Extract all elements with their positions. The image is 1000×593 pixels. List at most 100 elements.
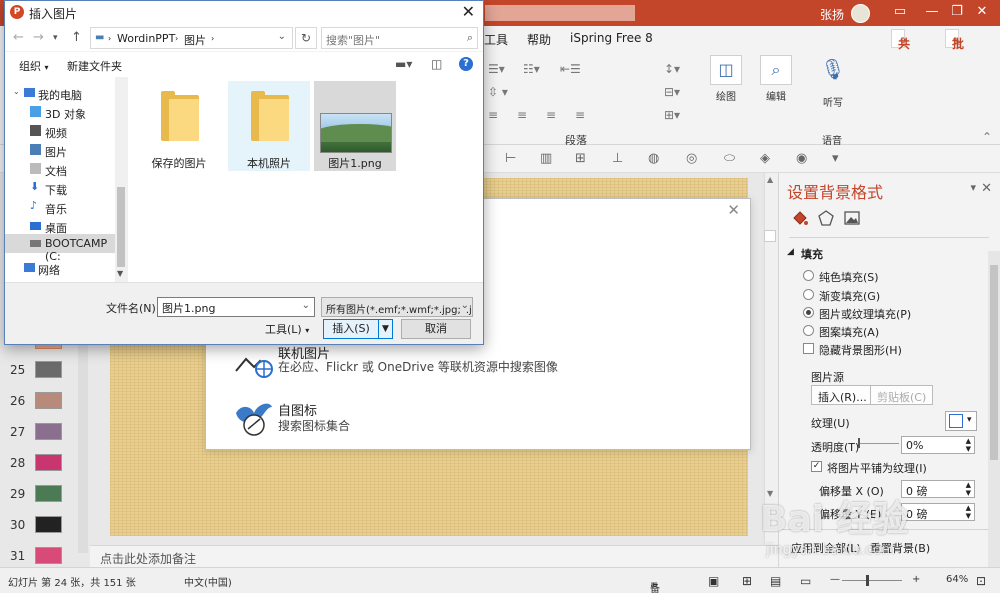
address-bar[interactable]: ▬ › WordinPPT › 图片 › ⌄ — [90, 27, 293, 49]
search-input[interactable]: 搜索"图片" ⌕ — [321, 27, 478, 49]
tile-label[interactable]: 将图片平铺为纹理(I) — [827, 460, 927, 476]
align-text-icon[interactable]: ⊟▾ — [664, 85, 680, 99]
combine-icon[interactable]: ◎ — [686, 151, 697, 166]
numbering-icon[interactable]: ☷▾ — [523, 62, 540, 76]
fill-bucket-icon[interactable] — [791, 209, 809, 227]
cancel-button[interactable]: 取消 — [401, 319, 471, 339]
effects-pentagon-icon[interactable] — [817, 209, 835, 227]
language-status[interactable]: 中文(中国) — [184, 574, 232, 589]
recent-dropdown-icon[interactable]: ▾ — [53, 33, 58, 43]
share-button[interactable]: ⇪ 共享 — [891, 29, 910, 68]
scroll-down-icon[interactable]: ▼ — [117, 269, 123, 278]
more-icon[interactable]: ▾ — [832, 151, 839, 166]
fragment-icon[interactable]: ⬭ — [724, 151, 735, 166]
intersect-icon[interactable]: ◈ — [760, 151, 770, 166]
ribbon-display-icon[interactable]: ▭ — [890, 4, 910, 19]
nav-pane-scrollbar[interactable]: ▼ — [115, 77, 127, 282]
zoom-slider[interactable] — [842, 580, 902, 581]
thumb-row[interactable]: 29 — [0, 483, 90, 508]
smartart-icon[interactable]: ⊞▾ — [664, 108, 680, 122]
tree-item-3d-objects[interactable]: 3D 对象 — [5, 103, 115, 122]
picture-fill-radio[interactable] — [803, 307, 814, 318]
view-options-icon[interactable]: ▬▾ — [395, 57, 412, 71]
sorter-view-icon[interactable]: ⊞ — [742, 574, 752, 588]
canvas-corner-handle[interactable] — [764, 230, 776, 242]
tree-item-videos[interactable]: 视频 — [5, 122, 115, 141]
tab-help[interactable]: 帮助 — [527, 31, 551, 48]
hide-background-label[interactable]: 隐藏背景图形(H) — [819, 342, 902, 358]
draw-icon[interactable]: ◫ — [710, 55, 742, 85]
edit-search-icon[interactable]: ⌕ — [760, 55, 792, 85]
bullets-icon[interactable]: ☰▾ — [488, 62, 505, 76]
normal-view-icon[interactable]: ▣ — [708, 574, 719, 588]
file-item-camera-roll[interactable]: 本机照片 — [228, 81, 310, 171]
fill-section-title[interactable]: 填充 — [801, 246, 823, 262]
tree-item-pictures[interactable]: 图片 — [5, 141, 115, 160]
help-icon[interactable]: ? — [459, 57, 473, 71]
align-center-icon[interactable]: ≡ — [517, 108, 527, 122]
listen-label[interactable]: 听写 — [823, 94, 843, 109]
fill-collapse-icon[interactable]: ◢ — [787, 247, 794, 257]
gradient-fill-radio[interactable] — [803, 289, 814, 300]
avatar[interactable] — [851, 4, 870, 23]
address-dropdown-icon[interactable]: ⌄ — [278, 31, 286, 42]
refresh-icon[interactable]: ↻ — [295, 27, 317, 49]
tree-expand-icon[interactable]: ⌄ — [13, 87, 20, 96]
popup-close-icon[interactable]: ✕ — [727, 201, 740, 219]
title-search-bar[interactable] — [485, 5, 635, 21]
pane-options-icon[interactable]: ▾ — [970, 181, 976, 194]
solid-fill-radio[interactable] — [803, 270, 814, 281]
tree-item-music[interactable]: ♪ 音乐 — [5, 198, 115, 217]
close-window-icon[interactable]: ✕ — [972, 4, 992, 19]
solid-fill-label[interactable]: 纯色填充(S) — [819, 269, 879, 285]
insert-button[interactable]: 插入(S) — [323, 319, 379, 339]
up-arrow-icon[interactable]: ↑ — [71, 30, 82, 45]
minimize-icon[interactable]: — — [922, 4, 942, 19]
icons-bird-icon[interactable] — [232, 395, 274, 437]
clipboard-button[interactable]: 剪贴板(C) — [870, 385, 934, 405]
tree-item-network[interactable]: 网络 — [5, 259, 115, 278]
notes-pane[interactable]: 点击此处添加备注 — [90, 545, 778, 567]
tree-item-this-pc[interactable]: ⌄ 我的电脑 — [5, 84, 115, 103]
justify-icon[interactable]: ≡ — [575, 108, 585, 122]
insert-dropdown-icon[interactable]: ▼ — [379, 319, 393, 339]
thumb-row[interactable]: 26 — [0, 390, 90, 415]
texture-picker[interactable]: ▾ — [945, 411, 977, 431]
scroll-up-icon[interactable]: ▲ — [767, 175, 773, 184]
thumb-row[interactable]: 31 — [0, 545, 90, 567]
gradient-fill-label[interactable]: 渐变填充(G) — [819, 288, 880, 304]
new-folder-button[interactable]: 新建文件夹 — [67, 58, 122, 74]
spinner-icon[interactable]: ▲ ▼ — [966, 437, 971, 453]
align-right-icon[interactable]: ≡ — [546, 108, 556, 122]
picture-fill-label[interactable]: 图片或纹理填充(P) — [819, 306, 911, 322]
align-distribute-icon[interactable]: ⊢ — [505, 151, 516, 166]
restore-icon[interactable]: ❐ — [947, 4, 967, 19]
tools-button[interactable]: 工具(L) ▾ — [265, 321, 309, 337]
nav-scroll-thumb[interactable] — [117, 187, 125, 267]
union-icon[interactable]: ◍ — [648, 151, 659, 166]
collapse-ribbon-icon[interactable]: ⌃ — [982, 130, 992, 144]
thumb-row[interactable]: 30 — [0, 514, 90, 539]
breadcrumb-item[interactable]: WordinPPT — [117, 32, 175, 45]
organize-button[interactable]: 组织 ▾ — [19, 58, 49, 74]
thumb-row[interactable]: 25 — [0, 359, 90, 384]
merge-icon[interactable]: ⊞ — [575, 151, 586, 166]
align-left-icon[interactable]: ≡ — [488, 108, 498, 122]
comments-button[interactable]: ✎ 批注 — [945, 29, 964, 68]
tab-ispring[interactable]: iSpring Free 8 — [570, 31, 653, 45]
center-icon[interactable]: ⊥ — [612, 151, 623, 166]
indent-icon[interactable]: ⇤☰ — [560, 62, 581, 76]
tile-checkbox[interactable]: ✓ — [811, 461, 822, 472]
microphone-icon[interactable]: 🎙 — [817, 55, 849, 85]
file-item-image1[interactable]: 图片1.png — [314, 81, 396, 171]
filename-input[interactable]: 图片1.png ⌄ — [157, 297, 315, 317]
online-picture-icon[interactable] — [234, 345, 274, 379]
draw-label[interactable]: 绘图 — [716, 88, 736, 103]
back-arrow-icon[interactable]: ← — [13, 30, 24, 45]
thumb-row[interactable]: 27 — [0, 421, 90, 446]
breadcrumb-item[interactable]: 图片 — [184, 32, 206, 48]
thumb-row[interactable]: 28 — [0, 452, 90, 477]
filetype-select[interactable]: 所有图片(*.emf;*.wmf;*.jpg;*.jp ⌄ — [321, 297, 473, 317]
dialog-close-icon[interactable]: ✕ — [462, 2, 475, 21]
slider-thumb[interactable] — [858, 438, 860, 448]
